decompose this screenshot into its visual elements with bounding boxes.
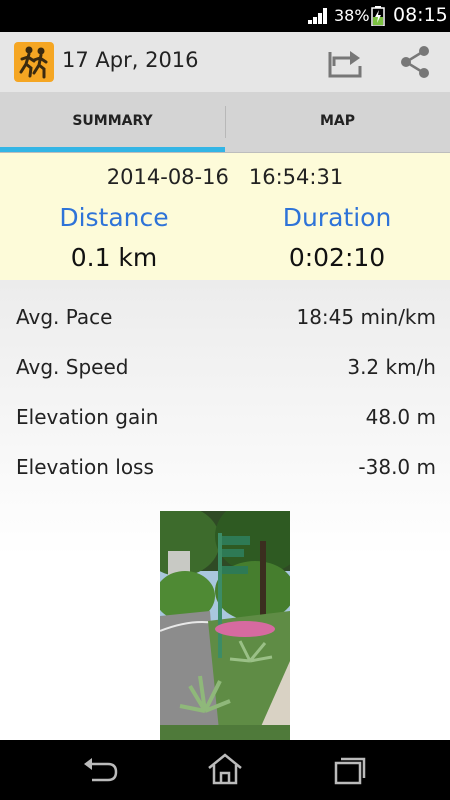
back-icon[interactable] [80,754,120,786]
activity-date: 2014-08-16 [106,165,229,189]
navigation-bar [0,740,450,800]
page-title: 17 Apr, 2016 [62,48,199,72]
stat-label: Avg. Pace [16,305,113,329]
stat-value: -38.0 m [358,455,436,479]
battery-icon [371,6,385,26]
tab-map[interactable]: MAP [225,92,450,152]
activity-photo[interactable] [160,511,290,740]
stat-row-elevation-loss: Elevation loss -38.0 m [0,447,450,487]
tab-summary[interactable]: SUMMARY [0,92,225,152]
stat-value: 48.0 m [365,405,436,429]
recent-apps-icon[interactable] [332,754,368,786]
stat-label: Avg. Speed [16,355,129,379]
share-icon[interactable] [398,44,432,80]
activity-datetime: 2014-08-16 16:54:31 [0,165,450,189]
summary-panel: 2014-08-16 16:54:31 Distance Duration 0.… [0,153,450,280]
tab-selected-indicator [0,147,225,152]
tab-summary-label: SUMMARY [72,113,153,129]
duration-value: 0:02:10 [288,243,386,272]
activity-time: 16:54:31 [248,165,344,189]
tab-bar: SUMMARY MAP [0,92,450,153]
battery-percent: 38% [334,6,370,25]
distance-label: Distance [59,203,169,232]
running-people-icon[interactable] [14,42,54,82]
action-bar: 17 Apr, 2016 [0,32,450,92]
stat-value: 3.2 km/h [347,355,436,379]
tab-map-label: MAP [319,113,356,129]
stat-label: Elevation gain [16,405,159,429]
home-icon[interactable] [205,752,245,786]
stat-row-elevation-gain: Elevation gain 48.0 m [0,397,450,437]
distance-value: 0.1 km [70,243,158,272]
stat-row-avg-speed: Avg. Speed 3.2 km/h [0,347,450,387]
export-icon[interactable] [326,44,364,80]
stat-label: Elevation loss [16,455,154,479]
status-bar: 38% 08:15 [0,0,450,32]
stat-row-avg-pace: Avg. Pace 18:45 min/km [0,297,450,337]
duration-label: Duration [282,203,392,232]
stat-value: 18:45 min/km [296,305,436,329]
clock: 08:15 [393,4,448,26]
signal-icon [308,8,327,24]
